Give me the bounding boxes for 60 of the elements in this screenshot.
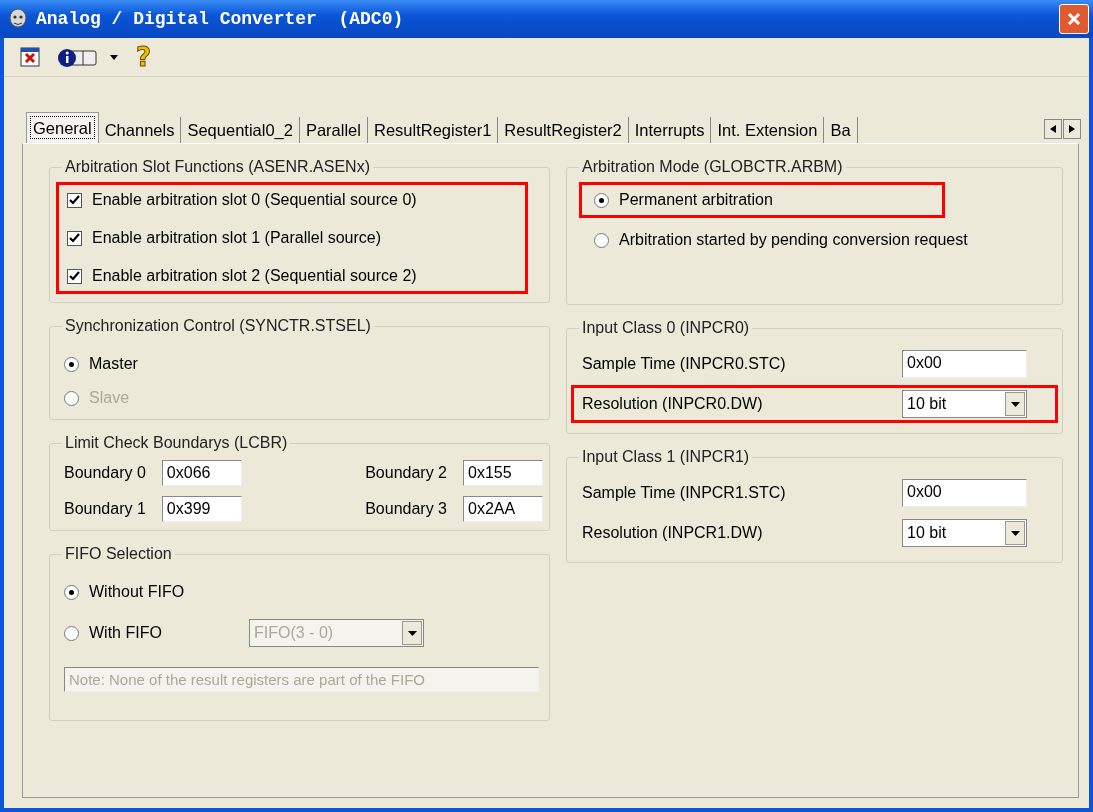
tab[interactable]: General [26, 112, 99, 143]
checkbox-label[interactable]: Enable arbitration slot 2 (Sequential source 2) [92, 267, 417, 285]
group-title: Limit Check Boundarys (LCBR) [64, 434, 289, 452]
group-title: FIFO Selection [64, 545, 173, 563]
input-field[interactable]: 0x00 [902, 350, 1027, 378]
caret-icon [407, 630, 417, 636]
dropdown-arrow-icon[interactable] [110, 54, 118, 60]
checkbox[interactable] [67, 192, 82, 208]
document-x-icon [18, 45, 42, 69]
field-label: Boundary 3 [365, 500, 447, 518]
close-icon [1066, 11, 1082, 27]
group-title: Arbitration Mode (GLOBCTR.ARBM) [581, 158, 844, 176]
field-label: Resolution (INPCR1.DW) [582, 524, 763, 542]
group-title: Input Class 1 (INPCR1) [581, 448, 751, 466]
radio-button[interactable] [64, 356, 79, 372]
input-field[interactable]: 0x00 [902, 479, 1027, 507]
tab[interactable]: Channels [98, 117, 182, 143]
input-field[interactable]: 0x066 [161, 460, 242, 486]
radio-button[interactable] [594, 232, 609, 248]
resolution-dropdown[interactable]: 10 bit [902, 390, 1027, 418]
input-field[interactable]: 0x2AA [463, 496, 543, 522]
radio-label[interactable]: With FIFO [89, 624, 239, 642]
group-title: Synchronization Control (SYNCTR.STSEL) [64, 317, 372, 335]
radio-label[interactable]: Master [89, 355, 138, 373]
input-field[interactable]: 0x155 [463, 460, 543, 486]
tab[interactable]: Parallel [299, 117, 368, 143]
close-button[interactable] [1059, 4, 1089, 34]
caret-icon [1010, 530, 1020, 536]
scroll-right-button[interactable] [1063, 119, 1081, 139]
right-arrow-icon [1069, 125, 1075, 133]
field-label: Sample Time (INPCR0.STC) [582, 355, 786, 373]
window-title: Analog / Digital Converter (ADC0) [36, 9, 405, 29]
scroll-left-button[interactable] [1044, 119, 1062, 139]
radio-button[interactable] [64, 584, 79, 600]
radio-label[interactable]: Arbitration started by pending conversion request [619, 231, 968, 249]
field-label: Sample Time (INPCR1.STC) [582, 484, 786, 502]
tab[interactable]: Sequential0_2 [181, 117, 300, 143]
checkbox[interactable] [67, 230, 82, 246]
field-label: Boundary 0 [64, 464, 146, 482]
group-title: Input Class 0 (INPCR0) [581, 319, 751, 337]
caret-icon [1010, 401, 1020, 407]
left-arrow-icon [1050, 125, 1056, 133]
radio-button[interactable] [64, 625, 79, 641]
checkbox-label[interactable]: Enable arbitration slot 0 (Sequential source 0) [92, 191, 417, 209]
group-title: Arbitration Slot Functions (ASENR.ASENx) [64, 158, 371, 176]
tab[interactable]: Ba [824, 117, 858, 143]
field-label: Resolution (INPCR0.DW) [582, 395, 763, 413]
field-label: Boundary 1 [64, 500, 146, 518]
radio-label[interactable]: Without FIFO [89, 583, 185, 601]
tab[interactable]: Int. Extension [711, 117, 825, 143]
tab[interactable]: ResultRegister1 [367, 117, 499, 143]
radio-button[interactable] [594, 192, 609, 208]
tab[interactable]: Interrupts [628, 117, 712, 143]
checkbox[interactable] [67, 268, 82, 284]
head-icon [8, 8, 28, 30]
resolution-dropdown[interactable]: 10 bit [902, 519, 1027, 547]
tab[interactable]: ResultRegister2 [498, 117, 629, 143]
input-field[interactable]: 0x399 [161, 496, 242, 522]
checkbox-label[interactable]: Enable arbitration slot 1 (Parallel source) [92, 229, 382, 247]
field-label: Boundary 2 [365, 464, 447, 482]
